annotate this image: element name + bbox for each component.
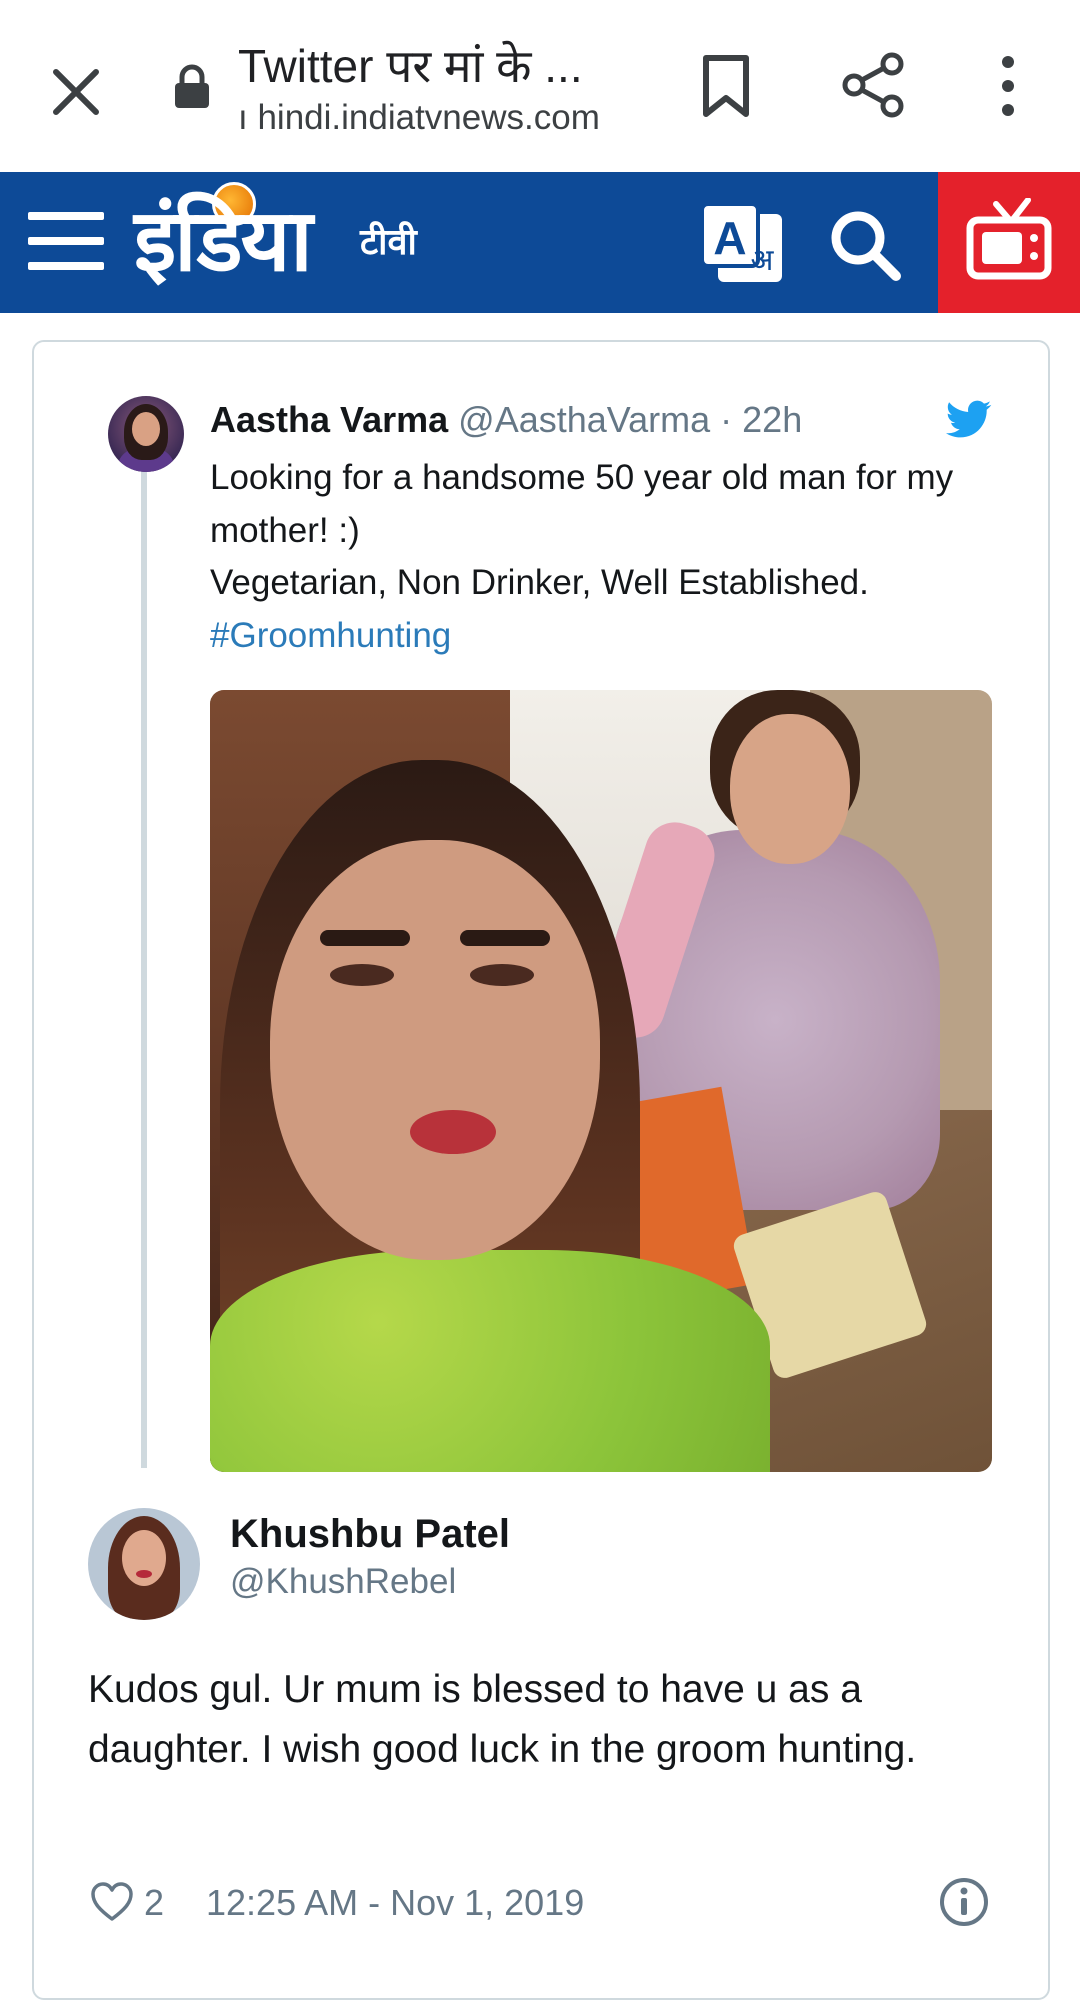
reply-author-avatar[interactable] <box>88 1508 200 1620</box>
svg-text:अ: अ <box>751 243 775 278</box>
reply-author-handle[interactable]: @KhushRebel <box>230 1562 456 1602</box>
logo-suffix: टीवी <box>360 222 417 263</box>
translate-icon[interactable]: A अ <box>700 200 786 286</box>
bookmark-icon[interactable] <box>700 54 752 118</box>
close-icon[interactable] <box>46 62 106 122</box>
share-icon[interactable] <box>842 52 906 118</box>
tweet-author-handle[interactable]: @AasthaVarma <box>458 399 710 440</box>
svg-text:A: A <box>713 212 746 264</box>
tweet-header: Aastha Varma @AasthaVarma · 22h <box>210 398 802 442</box>
live-tv-button[interactable] <box>938 172 1080 313</box>
page-url[interactable]: ı hindi.indiatvnews.com <box>238 98 628 138</box>
reply-footer: 2 12:25 AM - Nov 1, 2019 <box>88 1876 1008 1932</box>
tweet-time[interactable]: · 22h <box>720 399 802 440</box>
tweet-photo[interactable] <box>210 690 992 1472</box>
menu-icon[interactable] <box>28 212 104 272</box>
site-logo[interactable]: इंडिया टीवी <box>134 180 454 304</box>
logo-text: इंडिया <box>134 191 313 291</box>
lock-icon <box>175 64 209 108</box>
browser-toolbar: Twitter पर मां के ... ı hindi.indiatvnew… <box>0 0 1080 172</box>
info-icon[interactable] <box>938 1876 990 1928</box>
search-icon[interactable] <box>826 206 902 282</box>
tweet-author-name[interactable]: Aastha Varma <box>210 399 448 440</box>
tweet-author-avatar[interactable] <box>108 396 184 472</box>
twitter-bird-icon[interactable] <box>946 400 992 438</box>
reply-text: Kudos gul. Ur mum is blessed to have u a… <box>88 1668 917 1771</box>
heart-icon[interactable] <box>90 1882 134 1922</box>
thread-line <box>141 468 147 1468</box>
live-tv-icon <box>966 198 1052 280</box>
reply-author-name[interactable]: Khushbu Patel <box>230 1512 510 1557</box>
reply-timestamp[interactable]: 12:25 AM - Nov 1, 2019 <box>206 1882 584 1924</box>
page-title[interactable]: Twitter पर मां के ... <box>238 34 618 96</box>
site-header: इंडिया टीवी <box>0 172 1080 313</box>
like-count[interactable]: 2 <box>144 1882 164 1924</box>
tweet-text: Looking for a handsome 50 year old man f… <box>210 458 954 602</box>
more-vert-icon[interactable] <box>990 54 1026 118</box>
tweet-hashtag-link[interactable]: #Groomhunting <box>210 610 451 663</box>
